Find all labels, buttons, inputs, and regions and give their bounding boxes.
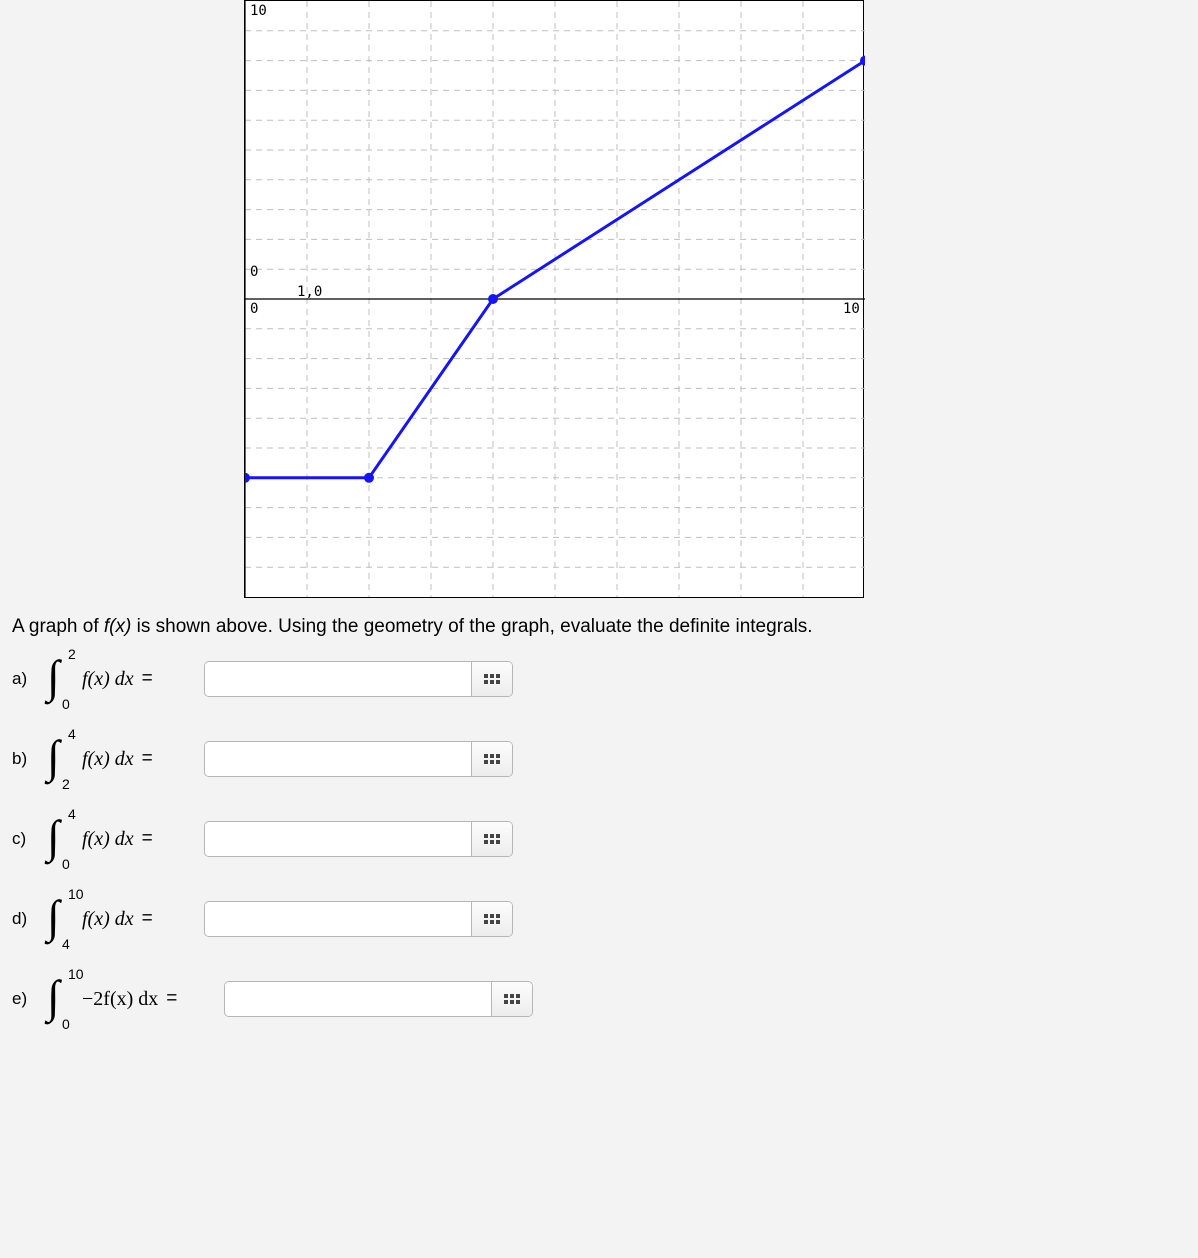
chart-container: 10 0 0 1,0 10 (244, 0, 864, 598)
question-b-label: b) (12, 749, 34, 769)
prompt-fx: f(x) (104, 616, 131, 637)
integral-symbol: ∫ 10 4 (44, 892, 78, 946)
keypad-button-e[interactable] (491, 982, 532, 1016)
answer-input-a[interactable] (205, 662, 471, 696)
integral-upper: 4 (68, 726, 76, 742)
equals-sign: = (138, 908, 157, 930)
question-c-label: c) (12, 829, 34, 849)
answer-input-b[interactable] (205, 742, 471, 776)
answer-box-a (204, 661, 513, 697)
integral-b: ∫ 4 2 f(x) dx = (44, 732, 194, 786)
integral-upper: 2 (68, 646, 76, 662)
integral-symbol: ∫ 10 0 (44, 972, 78, 1026)
question-d: d) ∫ 10 4 f(x) dx = (12, 892, 1186, 946)
equals-sign: = (162, 988, 181, 1010)
keypad-button-b[interactable] (471, 742, 512, 776)
tick-x-right: 10 (843, 301, 860, 317)
integral-symbol: ∫ 4 2 (44, 732, 78, 786)
integrand-e: −2f(x) dx (82, 988, 158, 1011)
integral-lower: 0 (62, 1016, 70, 1032)
data-point (364, 473, 374, 483)
tick-origin-right: 1,0 (297, 284, 322, 300)
tick-y-top: 10 (250, 3, 267, 19)
question-e: e) ∫ 10 0 −2f(x) dx = (12, 972, 1186, 1026)
integral-upper: 10 (68, 886, 84, 902)
question-c: c) ∫ 4 0 f(x) dx = (12, 812, 1186, 866)
equals-sign: = (138, 748, 157, 770)
integral-lower: 4 (62, 936, 70, 952)
answer-box-e (224, 981, 533, 1017)
integral-lower: 0 (62, 856, 70, 872)
question-a-label: a) (12, 669, 34, 689)
keypad-button-a[interactable] (471, 662, 512, 696)
answer-box-b (204, 741, 513, 777)
integral-e: ∫ 10 0 −2f(x) dx = (44, 972, 214, 1026)
integrand-a: f(x) dx (82, 668, 134, 691)
integral-symbol: ∫ 2 0 (44, 652, 78, 706)
keypad-icon (484, 914, 500, 924)
answer-input-d[interactable] (205, 902, 471, 936)
keypad-button-c[interactable] (471, 822, 512, 856)
integral-a: ∫ 2 0 f(x) dx = (44, 652, 194, 706)
question-d-label: d) (12, 909, 34, 929)
keypad-icon (484, 754, 500, 764)
tick-y-zero: 0 (250, 264, 258, 280)
integral-lower: 2 (62, 776, 70, 792)
integral-symbol: ∫ 4 0 (44, 812, 78, 866)
data-point (488, 294, 498, 304)
chart-svg: 10 0 0 1,0 10 (245, 1, 865, 597)
prompt-suffix: is shown above. Using the geometry of th… (131, 616, 812, 637)
integral-lower: 0 (62, 696, 70, 712)
answer-box-d (204, 901, 513, 937)
equals-sign: = (138, 828, 157, 850)
integral-c: ∫ 4 0 f(x) dx = (44, 812, 194, 866)
answer-input-c[interactable] (205, 822, 471, 856)
data-point (245, 473, 250, 483)
tick-origin: 0 (250, 301, 258, 317)
prompt-prefix: A graph of (12, 616, 104, 637)
integral-upper: 10 (68, 966, 84, 982)
prompt-text: A graph of f(x) is shown above. Using th… (12, 616, 1186, 638)
keypad-icon (504, 994, 520, 1004)
keypad-icon (484, 674, 500, 684)
integral-d: ∫ 10 4 f(x) dx = (44, 892, 194, 946)
question-e-label: e) (12, 989, 34, 1009)
integrand-b: f(x) dx (82, 748, 134, 771)
question-b: b) ∫ 4 2 f(x) dx = (12, 732, 1186, 786)
integral-upper: 4 (68, 806, 76, 822)
answer-input-e[interactable] (225, 982, 491, 1016)
keypad-icon (484, 834, 500, 844)
integrand-c: f(x) dx (82, 828, 134, 851)
answer-box-c (204, 821, 513, 857)
equals-sign: = (138, 668, 157, 690)
keypad-button-d[interactable] (471, 902, 512, 936)
question-a: a) ∫ 2 0 f(x) dx = (12, 652, 1186, 706)
integrand-d: f(x) dx (82, 908, 134, 931)
